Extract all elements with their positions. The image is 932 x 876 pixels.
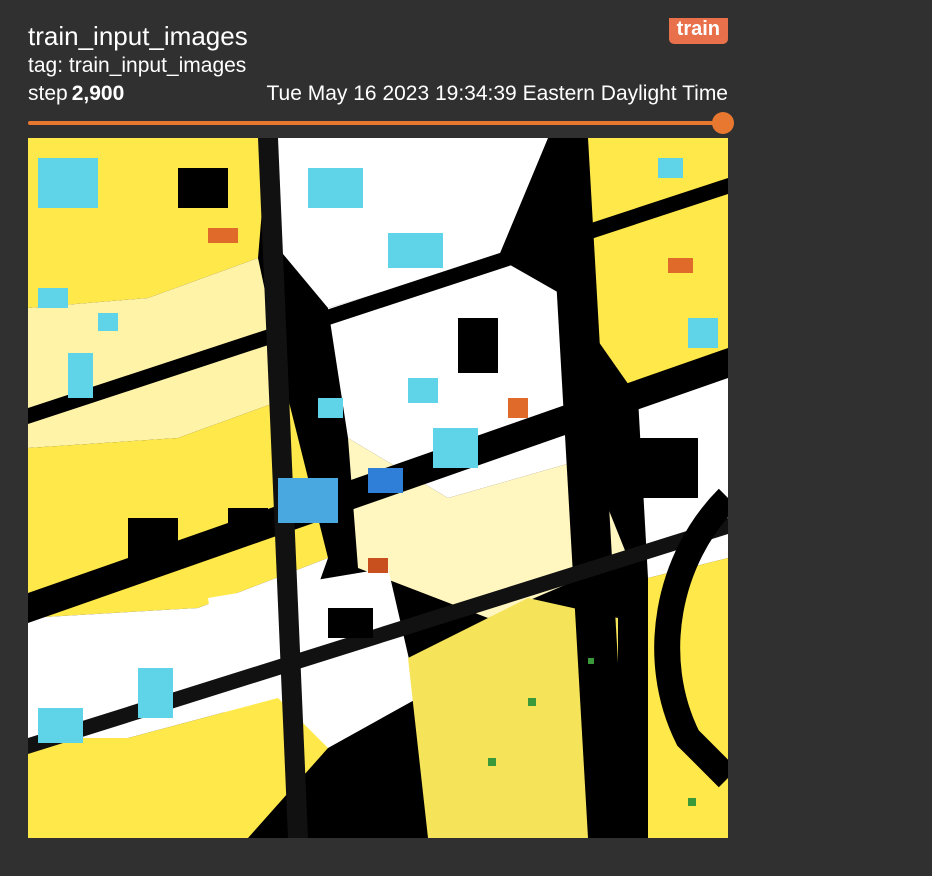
step-value: 2,900	[71, 82, 125, 105]
card-title: train_input_images	[28, 21, 248, 51]
slider-thumb[interactable]	[712, 112, 734, 134]
aerial-image	[28, 138, 728, 838]
run-badge: train	[668, 18, 728, 44]
image-preview[interactable]	[28, 138, 728, 838]
step-label: step	[28, 82, 68, 105]
tag-label: tag: train_input_images	[28, 54, 247, 77]
slider-track[interactable]	[28, 121, 726, 125]
step-row: step 2,900 Tue May 16 2023 19:34:39 Easte…	[28, 81, 728, 107]
step-slider[interactable]	[28, 112, 734, 134]
timestamp: Tue May 16 2023 19:34:39 Eastern Dayligh…	[266, 82, 729, 105]
